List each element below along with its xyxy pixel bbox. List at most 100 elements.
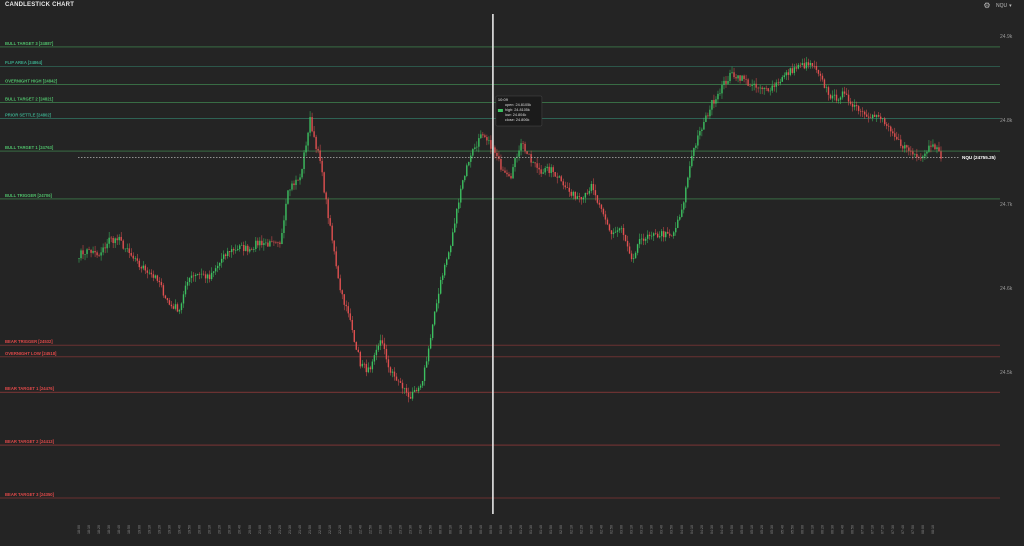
candle-body[interactable]: [658, 236, 661, 238]
candle-body[interactable]: [198, 273, 201, 275]
candle-body[interactable]: [303, 152, 305, 170]
candle-body[interactable]: [259, 240, 261, 246]
candle-body[interactable]: [389, 367, 392, 373]
candle-body[interactable]: [345, 304, 347, 307]
candle-body[interactable]: [206, 274, 209, 279]
candle-body[interactable]: [267, 242, 269, 247]
candle-body[interactable]: [417, 387, 420, 392]
candle-body[interactable]: [325, 192, 327, 200]
candle-body[interactable]: [600, 204, 603, 209]
candle-body[interactable]: [620, 227, 623, 229]
candle-body[interactable]: [566, 187, 568, 188]
candle-body[interactable]: [628, 246, 631, 254]
candle-body[interactable]: [439, 280, 442, 294]
candle-body[interactable]: [448, 252, 450, 260]
candle-body[interactable]: [407, 392, 410, 397]
candle-body[interactable]: [699, 131, 701, 136]
candle-body[interactable]: [504, 170, 506, 173]
candle-body[interactable]: [472, 149, 474, 156]
candle-body[interactable]: [902, 146, 904, 149]
candle-body[interactable]: [572, 191, 574, 196]
candle-body[interactable]: [755, 83, 757, 88]
candle-body[interactable]: [146, 270, 149, 273]
candle-body[interactable]: [871, 114, 874, 119]
candle-body[interactable]: [86, 249, 88, 255]
candle-body[interactable]: [174, 304, 177, 309]
candle-body[interactable]: [443, 264, 446, 276]
candle-body[interactable]: [140, 267, 142, 269]
candle-body[interactable]: [667, 231, 669, 234]
candle-body[interactable]: [202, 273, 205, 275]
candle-body[interactable]: [542, 172, 544, 174]
candle-body[interactable]: [216, 265, 219, 269]
candle-body[interactable]: [749, 85, 751, 87]
candle-body[interactable]: [367, 367, 370, 373]
candle-body[interactable]: [245, 245, 247, 251]
candle-body[interactable]: [610, 230, 613, 235]
candle-body[interactable]: [120, 236, 122, 241]
candle-body[interactable]: [888, 125, 890, 127]
candle-body[interactable]: [441, 275, 444, 281]
candle-body[interactable]: [96, 252, 98, 256]
candle-body[interactable]: [875, 115, 878, 117]
candle-body[interactable]: [425, 361, 428, 368]
candle-body[interactable]: [701, 129, 703, 132]
candle-body[interactable]: [94, 250, 96, 253]
candle-body[interactable]: [132, 255, 134, 259]
candle-body[interactable]: [654, 233, 657, 234]
candle-body[interactable]: [841, 91, 844, 98]
candle-body[interactable]: [279, 242, 281, 245]
candle-body[interactable]: [343, 294, 345, 305]
candle-body[interactable]: [401, 382, 404, 389]
candle-body[interactable]: [843, 91, 846, 94]
candle-body[interactable]: [333, 240, 335, 252]
candle-body[interactable]: [156, 275, 159, 281]
candle-body[interactable]: [665, 231, 667, 238]
candle-body[interactable]: [271, 241, 273, 242]
candle-body[interactable]: [761, 87, 763, 90]
candle-body[interactable]: [747, 79, 749, 86]
candle-body[interactable]: [574, 191, 577, 199]
candle-body[interactable]: [478, 138, 480, 147]
candle-body[interactable]: [660, 231, 663, 237]
candle-body[interactable]: [289, 189, 291, 191]
candle-body[interactable]: [194, 274, 197, 277]
candle-body[interactable]: [307, 132, 309, 146]
candle-body[interactable]: [450, 245, 452, 253]
candle-body[interactable]: [640, 238, 643, 240]
candle-body[interactable]: [435, 303, 438, 312]
candle-body[interactable]: [305, 145, 307, 153]
candle-body[interactable]: [494, 147, 496, 153]
candle-body[interactable]: [821, 75, 824, 80]
candle-body[interactable]: [130, 252, 132, 256]
candle-body[interactable]: [355, 341, 357, 350]
candle-body[interactable]: [763, 87, 765, 90]
candle-body[interactable]: [570, 191, 572, 196]
candle-body[interactable]: [377, 345, 380, 350]
candle-body[interactable]: [799, 64, 802, 66]
candle-body[interactable]: [896, 136, 898, 140]
candle-body[interactable]: [188, 277, 191, 283]
candle-body[interactable]: [466, 165, 468, 177]
candle-body[interactable]: [721, 84, 723, 94]
candle-body[interactable]: [204, 274, 207, 279]
candle-body[interactable]: [474, 147, 476, 150]
candle-body[interactable]: [791, 68, 794, 73]
candle-body[interactable]: [431, 324, 434, 338]
candle-body[interactable]: [646, 234, 649, 239]
candle-body[interactable]: [926, 151, 928, 154]
candle-body[interactable]: [642, 238, 645, 241]
candle-body[interactable]: [437, 293, 440, 304]
candle-body[interactable]: [622, 227, 625, 235]
candle-body[interactable]: [715, 99, 717, 104]
candle-body[interactable]: [916, 153, 918, 158]
candle-body[interactable]: [554, 172, 556, 177]
candle-body[interactable]: [584, 192, 587, 198]
candle-body[interactable]: [924, 153, 926, 157]
candle-body[interactable]: [677, 219, 679, 228]
candle-body[interactable]: [934, 144, 936, 150]
candle-body[interactable]: [564, 185, 566, 188]
candle-body[interactable]: [857, 106, 860, 111]
candle-body[interactable]: [114, 238, 116, 243]
candle-body[interactable]: [550, 167, 552, 174]
